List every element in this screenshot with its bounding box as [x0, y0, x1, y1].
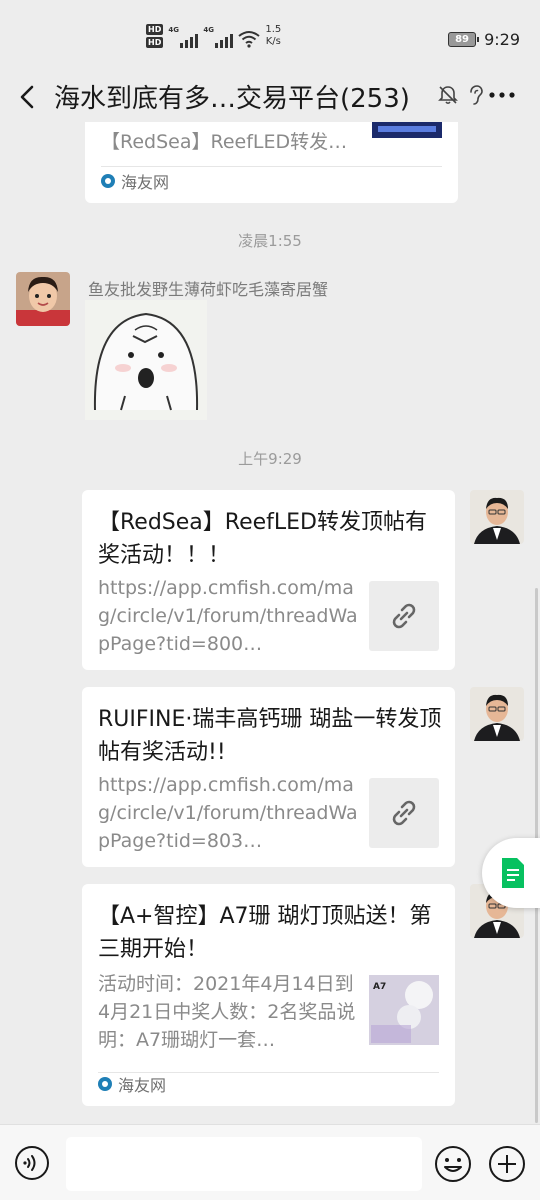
- clock: 9:29: [484, 30, 520, 49]
- link-thumbnail: [369, 778, 439, 848]
- hd-badges: HD HD: [146, 24, 164, 48]
- network-indicators: HD HD 4G 4G 1.5 K/s: [146, 24, 281, 48]
- signal-icon: 4G: [203, 26, 234, 48]
- hd-badge: HD: [146, 37, 164, 48]
- mute-bell-icon: [438, 86, 458, 105]
- chat-header: 海水到底有多…交易平台(253): [0, 72, 540, 122]
- chat-title[interactable]: 海水到底有多…交易平台(253): [54, 78, 410, 115]
- avatar[interactable]: [470, 490, 524, 544]
- link-card[interactable]: 【A+智控】A7珊 瑚灯顶贴送！第三期开始！ 活动时间：2021年4月14日到4…: [82, 884, 455, 1106]
- link-description: 活动时间：2021年4月14日到4月21日中奖人数：2名奖品说明：A7珊瑚灯一套…: [98, 973, 356, 1051]
- timestamp: 上午9:29: [238, 450, 302, 468]
- document-icon: [502, 858, 524, 888]
- wifi-icon: [238, 31, 260, 48]
- signal-icon: 4G: [168, 26, 199, 48]
- ear-icon[interactable]: [465, 84, 485, 106]
- man-avatar-icon: [470, 687, 524, 741]
- avatar[interactable]: [16, 272, 70, 326]
- link-card[interactable]: 【RedSea】ReefLED转发顶帖有奖活动！！！ https://app.c…: [82, 490, 455, 670]
- link-card[interactable]: RUIFINE·瑞丰高钙珊 瑚盐一转发顶帖有奖活动!! https://app.…: [82, 687, 455, 867]
- link-thumbnail: [369, 581, 439, 651]
- emoji-icon[interactable]: [434, 1145, 472, 1183]
- thumbnail-label: A7: [373, 982, 386, 992]
- status-bar: HD HD 4G 4G 1.5 K/s 89 9:29: [0, 0, 540, 72]
- timestamp: 凌晨1:55: [238, 232, 302, 250]
- input-bar: [0, 1124, 540, 1200]
- link-thumbnail: A7: [369, 975, 439, 1045]
- back-icon[interactable]: [14, 80, 44, 114]
- message-input[interactable]: [66, 1137, 422, 1191]
- message-list[interactable]: 【RedSea】ReefLED转发… 海友网 凌晨1:55 鱼友批发野生薄荷虾吃…: [0, 122, 540, 1124]
- link-thumbnail: [372, 122, 442, 138]
- source-logo-icon: [101, 174, 115, 188]
- child-avatar-icon: [16, 272, 70, 326]
- link-title: 【RedSea】ReefLED转发…: [101, 131, 348, 153]
- link-icon: [392, 800, 416, 826]
- sticker-face-icon: [85, 300, 207, 420]
- man-avatar-icon: [470, 490, 524, 544]
- sender-name: 鱼友批发野生薄荷虾吃毛藻寄居蟹: [88, 280, 329, 299]
- hd-badge: HD: [146, 24, 164, 35]
- link-description: https://app.cmfish.com/mag/circle/v1/for…: [98, 774, 358, 852]
- link-source: 海友网: [101, 169, 169, 193]
- plus-icon[interactable]: [488, 1145, 526, 1183]
- voice-icon[interactable]: [14, 1145, 50, 1181]
- link-source: 海友网: [98, 1072, 166, 1096]
- link-icon: [392, 603, 416, 629]
- network-speed: 1.5 K/s: [265, 24, 282, 47]
- lamp-product-image: A7: [369, 975, 439, 1045]
- battery-icon: 89: [448, 32, 480, 47]
- link-title: 【A+智控】A7珊 瑚灯顶贴送！第三期开始！: [98, 904, 432, 962]
- sticker-image[interactable]: [85, 300, 207, 420]
- source-logo-icon: [98, 1077, 112, 1091]
- link-title: 【RedSea】ReefLED转发顶帖有奖活动！！！: [98, 510, 427, 568]
- more-icon[interactable]: [488, 90, 516, 100]
- card-divider: [101, 166, 442, 167]
- link-title: RUIFINE·瑞丰高钙珊 瑚盐一转发顶帖有奖活动!!: [98, 707, 442, 765]
- link-card[interactable]: 【RedSea】ReefLED转发… 海友网: [85, 122, 458, 203]
- link-description: https://app.cmfish.com/mag/circle/v1/for…: [98, 577, 358, 655]
- avatar[interactable]: [470, 687, 524, 741]
